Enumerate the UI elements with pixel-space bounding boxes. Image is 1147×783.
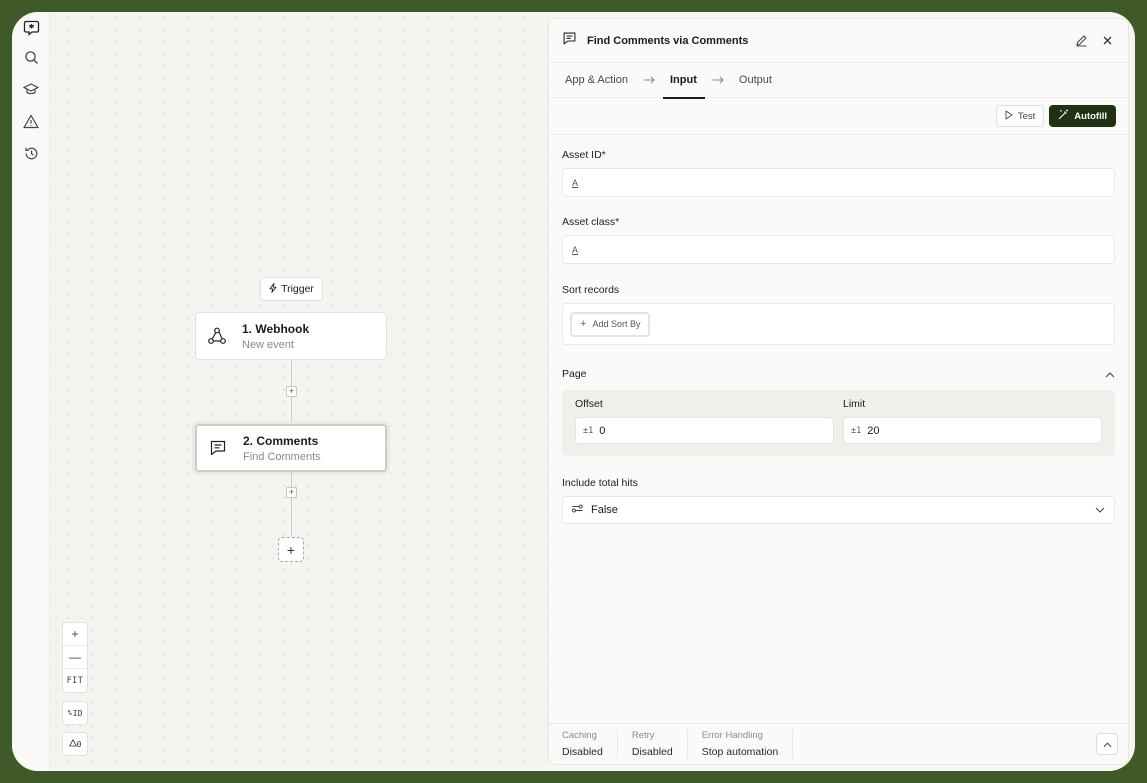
webhook-icon [206,325,228,347]
insert-step-button[interactable]: + [286,487,297,498]
workflow-node-webhook[interactable]: 1. Webhook New event [195,312,387,360]
toggle-type-icon [572,504,583,516]
include-total-hits-value: False [591,504,618,516]
connector-line [291,472,292,537]
node-subtitle: New event [242,338,294,351]
tab-input[interactable]: Input [663,63,705,99]
expand-footer-button[interactable] [1096,733,1118,755]
magic-wand-icon [1058,109,1069,123]
panel-title: Find Comments via Comments [587,34,749,47]
edit-icon[interactable] [1073,33,1089,49]
test-label: Test [1017,110,1036,122]
workflow-node-comments[interactable]: 2. Comments Find Comments [195,424,387,472]
node-title: 1. Webhook [242,321,310,336]
panel-footer: Caching Disabled Retry Disabled Error Ha… [549,723,1128,764]
offset-label: Offset [575,398,603,410]
error-handling-value: Stop automation [701,746,779,758]
zoom-in-button[interactable]: + [63,623,87,646]
asset-class-label: Asset class* [562,216,620,228]
search-icon[interactable] [21,47,41,67]
number-type-icon: ±1 [851,425,862,436]
close-icon[interactable] [1099,33,1115,49]
retry-value: Disabled [631,746,673,758]
insert-step-button[interactable]: + [286,386,297,397]
arrow-right-icon [643,76,655,84]
history-icon[interactable] [21,143,41,163]
test-button[interactable]: Test [995,105,1045,127]
workflow-canvas[interactable]: Trigger 1. Webhook New event + 2. Commen… [50,12,548,771]
chevron-down-icon [1095,504,1105,516]
arrow-right-icon [712,76,724,84]
app-frame: Trigger 1. Webhook New event + 2. Commen… [12,12,1135,771]
warnings-button[interactable]: 0 [62,732,88,756]
node-subtitle: Find Comments [243,450,321,463]
sidebar-rail [12,12,50,771]
asset-class-input[interactable]: A [562,235,1115,264]
autofill-button[interactable]: Autofill [1049,105,1116,127]
page-section-header[interactable]: Page [562,365,1115,383]
link-icon: % [67,709,72,717]
panel-header: Find Comments via Comments [549,19,1128,63]
page-settings-box: Offset ±1 0 Limit ±1 20 [562,390,1115,456]
comment-icon [562,31,577,51]
caching-label: Caching [562,730,597,741]
input-form: Asset ID* A Asset class* A Sort records … [549,149,1128,524]
toggle-ids-label: ID [72,708,83,718]
text-type-icon: A [572,177,579,188]
page-label: Page [562,368,587,380]
warning-icon[interactable] [21,111,41,131]
sort-records-label: Sort records [562,284,620,296]
trigger-badge[interactable]: Trigger [260,277,323,301]
plus-icon: + [580,318,587,330]
error-handling-setting[interactable]: Error Handling Stop automation [701,730,794,758]
play-icon [1005,110,1013,123]
sort-records-box: + Add Sort By [562,303,1115,345]
caching-setting[interactable]: Caching Disabled [562,730,618,758]
panel-toolbar: Test Autofill [549,98,1128,135]
trigger-label: Trigger [281,283,314,295]
text-type-icon: A [572,244,579,255]
tab-output[interactable]: Output [738,63,773,98]
asset-id-label: Asset ID* [562,149,606,161]
limit-value: 20 [867,424,880,437]
zoom-out-button[interactable]: — [63,646,87,669]
offset-value: 0 [599,424,606,437]
warnings-count: 0 [76,739,82,749]
fit-view-button[interactable]: FIT [63,669,87,692]
panel-tabs: App & Action Input Output [549,63,1128,99]
toggle-ids-button[interactable]: % ID [62,701,88,725]
chevron-up-icon[interactable] [1105,365,1115,383]
tab-app-action[interactable]: App & Action [564,63,629,98]
add-step-button[interactable]: + [278,537,304,562]
chevron-up-icon [1103,735,1112,753]
number-type-icon: ±1 [583,425,594,436]
limit-input[interactable]: ±1 20 [843,417,1102,444]
retry-setting[interactable]: Retry Disabled [632,730,688,758]
asset-id-input[interactable]: A [562,168,1115,197]
include-total-hits-select[interactable]: False [562,496,1115,524]
bolt-icon [269,282,277,296]
include-total-hits-label: Include total hits [562,477,638,489]
graduation-cap-icon[interactable] [21,79,41,99]
zoom-controls: + — FIT [62,622,88,693]
step-config-panel: Find Comments via Comments App & Action … [548,18,1129,765]
autofill-label: Autofill [1074,110,1107,122]
add-sort-label: Add Sort By [592,319,641,329]
offset-input[interactable]: ±1 0 [575,417,834,444]
limit-label: Limit [843,398,866,410]
error-handling-label: Error Handling [701,730,763,741]
comment-icon [207,437,229,459]
add-sort-button[interactable]: + Add Sort By [570,311,651,337]
retry-label: Retry [631,730,655,741]
node-title: 2. Comments [243,433,319,448]
logo-icon[interactable] [21,17,41,37]
caching-value: Disabled [562,746,603,758]
warning-small-icon [68,738,77,749]
